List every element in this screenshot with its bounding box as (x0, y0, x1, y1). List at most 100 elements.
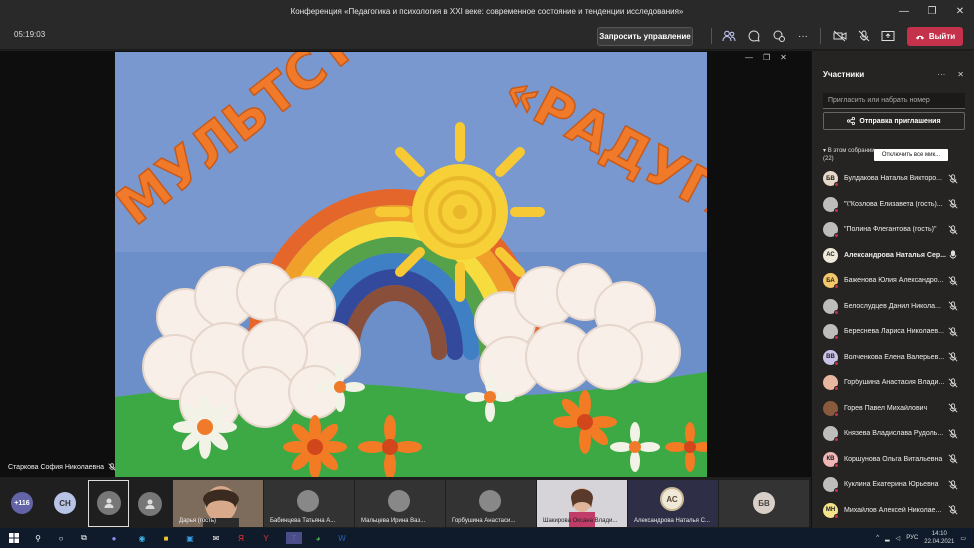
notifications-icon[interactable]: ▭ (960, 535, 966, 542)
folder-icon[interactable]: ■ (160, 532, 172, 544)
mic-off-icon[interactable] (948, 480, 958, 490)
self-video-tile[interactable] (88, 480, 129, 527)
video-tile[interactable]: Горбушина Анастаси... (446, 480, 536, 527)
video-tile[interactable]: Мальцева Ирина Ваз... (355, 480, 445, 527)
volume-icon[interactable]: ◁ (896, 535, 901, 542)
mic-off-icon[interactable] (948, 276, 958, 286)
main-stage: МУЛЬТСТУДИЯ «РАДУГА» — ❐ ✕ Старкова Софи… (0, 51, 811, 477)
mute-all-button[interactable]: Отключить все мик... (874, 149, 948, 161)
participant-row[interactable]: БА Баженова Юлия Александро... (812, 268, 974, 294)
teams-active-icon[interactable]: T (286, 532, 302, 544)
share-screen-icon[interactable] (880, 28, 896, 44)
close-window-button[interactable]: ✕ (946, 0, 974, 22)
participant-row[interactable]: АС Александрова Наталья Сер... (812, 243, 974, 269)
participant-name: Белослудцев Данил Никола... (844, 302, 941, 310)
mic-off-icon[interactable] (948, 301, 958, 311)
avatar-initials: БВ (826, 175, 835, 182)
more-actions-icon[interactable]: ··· (795, 28, 811, 44)
stage-minimize-button[interactable]: — (745, 53, 753, 62)
in-meeting-section[interactable]: ▾ В этом собрании (22) (823, 147, 875, 163)
participant-row[interactable]: КВ Коршунова Ольга Витальевна (812, 447, 974, 473)
tile-name: Мальцева Ирина Ваз... (361, 518, 426, 524)
mic-off-icon[interactable] (948, 403, 958, 413)
word-icon[interactable]: W (336, 532, 348, 544)
person-icon (97, 491, 121, 515)
participants-icon[interactable] (721, 28, 737, 44)
windows-start-icon[interactable] (8, 532, 20, 544)
clock[interactable]: 14:10 22.04.2021 (924, 530, 954, 546)
participant-row[interactable]: Береснева Лариса Николаев... (812, 319, 974, 345)
tile-avatar-bv: БВ (753, 492, 775, 514)
minimize-button[interactable]: — (890, 0, 918, 22)
cortana-icon[interactable]: ○ (55, 532, 67, 544)
participant-name: Куклина Екатерина Юрьевна (844, 481, 939, 489)
system-tray: ^ ▂ ◁ РУС 14:10 22.04.2021 ▭ (876, 530, 966, 546)
avatar-initials: БА (826, 277, 835, 284)
mic-off-icon[interactable] (948, 225, 958, 235)
avatar-initials: КВ (826, 456, 835, 463)
mic-off-icon[interactable] (856, 28, 872, 44)
participant-name: Баженова Юлия Александро... (844, 277, 944, 285)
panel-close-button[interactable]: ✕ (957, 70, 964, 79)
mic-off-icon[interactable] (948, 429, 958, 439)
person-icon[interactable] (138, 492, 162, 516)
participant-row[interactable]: "Полина Флегантова (гость)" (812, 217, 974, 243)
video-tile[interactable]: Шакирова Оксана Влади... (537, 480, 627, 527)
tile-avatar-sn[interactable]: СН (54, 492, 76, 514)
participant-row[interactable]: Куклина Екатерина Юрьевна (812, 472, 974, 498)
mic-off-icon[interactable] (948, 327, 958, 337)
mic-off-icon[interactable] (948, 378, 958, 388)
mail-icon[interactable]: ✉ (210, 532, 222, 544)
mic-off-icon[interactable] (948, 505, 958, 515)
mic-off-icon[interactable] (948, 454, 958, 464)
mic-off-icon[interactable] (948, 199, 958, 209)
participant-avatar (823, 477, 839, 494)
video-tile[interactable]: Бабинцева Татьяна А... (264, 480, 354, 527)
person-icon (388, 490, 410, 512)
clock-time: 14:10 (931, 531, 947, 537)
meeting-toolbar: 05:19:03 Запросить управление ··· Выйти (0, 22, 974, 50)
store-icon[interactable]: ▣ (184, 532, 196, 544)
participant-row[interactable]: Горбушина Анастасия Влади... (812, 370, 974, 396)
participant-avatar: КВ (823, 451, 839, 468)
toolbar-separator (820, 28, 821, 44)
leave-button[interactable]: Выйти (907, 27, 963, 46)
search-icon[interactable]: ⚲ (32, 532, 44, 544)
windows-taskbar: ⚲ ○ ⧉ ● ◉ ■ ▣ ✉ Я Y T ◕ W ^ ▂ ◁ РУС 14:1… (0, 528, 974, 548)
overflow-participants-button[interactable]: +116 (11, 492, 33, 514)
chat-icon[interactable] (746, 28, 762, 44)
participant-row[interactable]: Горев Павел Михайлович (812, 396, 974, 422)
video-tile[interactable]: Дарья (гость) (173, 480, 263, 527)
participant-row[interactable]: "\"Козлова Елизавета (гость)... (812, 192, 974, 218)
participant-row[interactable]: Князева Владислава Рудоль... (812, 421, 974, 447)
teams-app-icon[interactable]: ● (108, 532, 120, 544)
restore-button[interactable]: ❐ (918, 0, 946, 22)
request-control-button[interactable]: Запросить управление (597, 27, 693, 46)
invite-input[interactable]: Пригласить или набрать номер (823, 93, 965, 109)
participant-row[interactable]: ВВ Волченкова Елена Валерьев... (812, 345, 974, 371)
mic-off-icon[interactable] (948, 174, 958, 184)
edge-icon[interactable]: ◉ (136, 532, 148, 544)
language-indicator[interactable]: РУС (906, 535, 918, 541)
tray-chevron[interactable]: ^ (876, 535, 879, 541)
stage-close-button[interactable]: ✕ (780, 53, 787, 62)
video-tile[interactable]: АС Александрова Наталья С... (628, 480, 718, 527)
participant-row[interactable]: МН Михайлов Алексей Николае... (812, 498, 974, 524)
mic-off-icon[interactable] (948, 352, 958, 362)
reactions-icon[interactable] (771, 28, 787, 44)
yandex-browser-icon[interactable]: Y (260, 532, 272, 544)
mic-on-icon[interactable] (948, 250, 958, 260)
camera-off-icon[interactable] (832, 28, 848, 44)
panel-more-button[interactable]: ··· (937, 70, 945, 79)
stage-popout-button[interactable]: ❐ (763, 53, 770, 62)
yandex-icon[interactable]: Я (235, 532, 247, 544)
task-view-icon[interactable]: ⧉ (78, 532, 90, 544)
participant-row[interactable]: Белослудцев Данил Никола... (812, 294, 974, 320)
video-tile[interactable]: БВ (719, 480, 809, 527)
participant-avatar (823, 196, 839, 213)
share-invite-button[interactable]: Отправка приглашения (823, 112, 965, 130)
participant-row[interactable]: БВ Булдакова Наталья Викторо... (812, 166, 974, 192)
participant-avatar: АС (823, 247, 838, 263)
network-icon[interactable]: ▂ (885, 535, 890, 542)
chrome-icon[interactable]: ◕ (312, 532, 324, 544)
